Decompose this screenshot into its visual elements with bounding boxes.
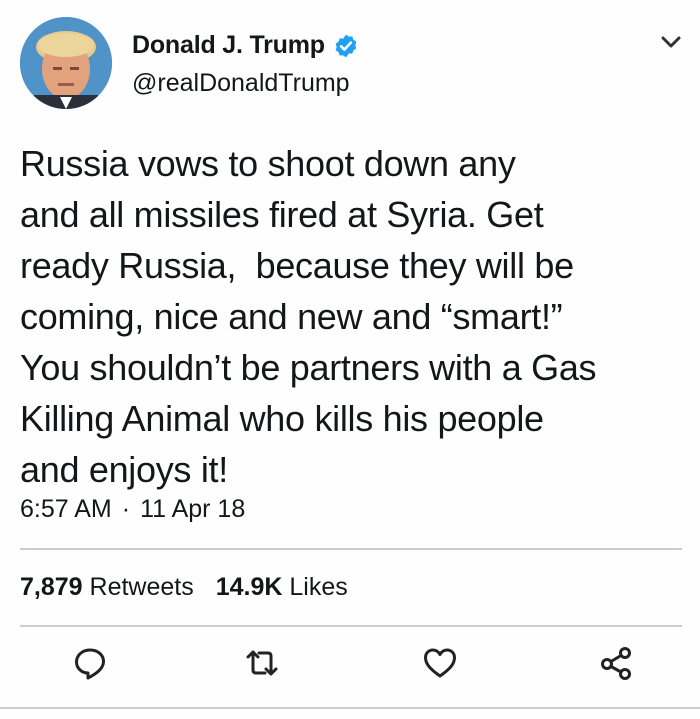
tweet-text-line: You shouldn’t be partners with a Gas [20, 347, 597, 388]
divider [0, 707, 700, 709]
tweet-time[interactable]: 6:57 AM [20, 495, 112, 524]
divider [20, 625, 682, 627]
author-display-name[interactable]: Donald J. Trump [132, 31, 325, 60]
verified-badge-icon [335, 34, 357, 57]
author-name-row[interactable]: Donald J. Trump [132, 31, 359, 60]
tweet-text-line: ready Russia, because they will be [20, 245, 574, 286]
tweet-actions-bar [0, 645, 700, 685]
tweet-text-line: Killing Animal who kills his people [20, 398, 544, 439]
retweets-label: Retweets [89, 573, 194, 601]
author-handle[interactable]: @realDonaldTrump [132, 69, 350, 98]
tweet-text-line: Russia vows to shoot down any [20, 143, 516, 184]
tweet-text-line: and all missiles fired at Syria. Get [20, 194, 544, 235]
like-icon[interactable] [422, 645, 458, 681]
tweet-timestamp[interactable]: 6:57 AM · 11 Apr 18 [20, 495, 245, 524]
retweets-count: 7,879 [20, 573, 83, 601]
likes-stat[interactable]: 14.9K Likes [216, 573, 348, 602]
avatar[interactable] [20, 17, 112, 109]
share-icon[interactable] [598, 645, 634, 681]
retweets-stat[interactable]: 7,879 Retweets [20, 573, 194, 602]
avatar-image [20, 17, 112, 109]
timestamp-separator: · [121, 495, 131, 523]
tweet-text-line: coming, nice and new and “smart!” [20, 296, 563, 337]
tweet-text-line: and enjoys it! [20, 449, 228, 490]
tweet-date[interactable]: 11 Apr 18 [140, 495, 245, 524]
chevron-down-icon[interactable] [660, 34, 682, 50]
tweet-card: Donald J. Trump @realDonaldTrump Russia … [0, 0, 700, 719]
retweet-icon[interactable] [244, 645, 280, 681]
likes-label: Likes [289, 573, 348, 601]
tweet-text: Russia vows to shoot down any and all mi… [20, 138, 685, 495]
likes-count: 14.9K [215, 573, 283, 601]
tweet-stats: 7,879 Retweets 14.9K Likes [20, 573, 348, 602]
divider [20, 548, 682, 550]
reply-icon[interactable] [72, 645, 108, 681]
